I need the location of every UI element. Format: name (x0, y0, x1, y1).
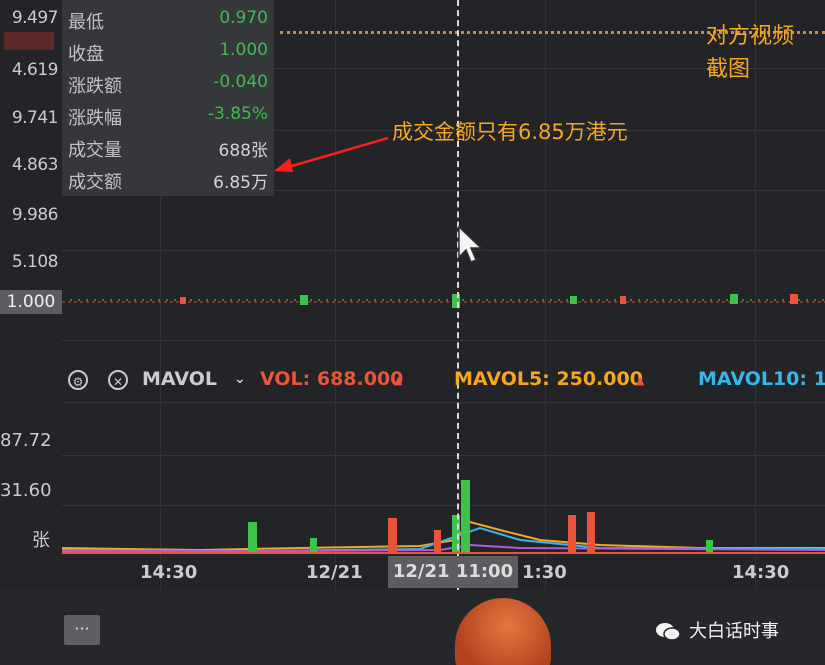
info-value: 0.970 (219, 8, 268, 28)
indicator-toolbar: ⚙ ✕ MAVOL ⌄ VOL: 688.000 ▲ MAVOL5: 250.0… (62, 362, 825, 398)
info-value: -3.85% (207, 104, 268, 124)
mavol10-value: MAVOL10: 1 (698, 368, 825, 390)
up-arrow-icon: ▲ (636, 374, 645, 387)
time-axis-label: 14:30 (140, 562, 198, 583)
more-button[interactable]: ··· (64, 615, 100, 645)
corner-note: 对方视频 截图 (706, 20, 794, 86)
crosshair-line (457, 0, 459, 590)
info-value: 6.85万 (213, 173, 268, 193)
corner-note-line: 截图 (706, 57, 751, 82)
indicator-name[interactable]: MAVOL (142, 368, 217, 390)
time-axis-label: 14:30 (732, 562, 790, 583)
time-axis-label: 1:30 (522, 562, 567, 583)
volume-bars (248, 480, 713, 552)
settings-icon[interactable]: ⚙ (68, 370, 88, 390)
info-row-change-pct: 涨跌幅 -3.85% (62, 100, 274, 130)
info-key: 涨跌额 (68, 76, 122, 97)
corner-note-line: 对方视频 (706, 24, 795, 49)
info-row-close: 收盘 1.000 (62, 36, 274, 66)
watermark-text: 大白话时事 (689, 621, 779, 642)
wechat-icon (656, 623, 681, 641)
info-key: 最低 (68, 12, 104, 33)
up-arrow-icon: ▲ (394, 374, 403, 387)
mouse-cursor-icon (458, 225, 483, 263)
info-panel: 最低 0.970 收盘 1.000 涨跌额 -0.040 涨跌幅 -3.85% … (62, 0, 274, 196)
time-axis-label: 12/21 (306, 562, 363, 583)
info-key: 成交量 (68, 140, 122, 161)
info-value: -0.040 (213, 72, 268, 92)
close-icon[interactable]: ✕ (108, 370, 128, 390)
chevron-down-icon[interactable]: ⌄ (234, 371, 246, 387)
volume-axis-unit: 张 (32, 530, 50, 551)
annotation-arrow (274, 136, 389, 172)
watermark: 大白话时事 (655, 617, 779, 643)
chart-screen: 9.497 4.619 9.741 4.863 9.986 5.108 1.00… (0, 0, 825, 665)
mavol5-value: MAVOL5: 250.000 (454, 368, 643, 390)
info-row-volume: 成交量 688张 (62, 132, 274, 162)
vol-value: VOL: 688.000 (260, 368, 404, 390)
info-key: 收盘 (68, 44, 104, 65)
candle-strip (62, 294, 825, 308)
annotation-text: 成交金额只有6.85万港元 (392, 120, 628, 144)
info-row-turnover: 成交额 6.85万 (62, 164, 274, 194)
info-key: 涨跌幅 (68, 108, 122, 129)
info-row-low: 最低 0.970 (62, 4, 274, 34)
info-row-change: 涨跌额 -0.040 (62, 68, 274, 98)
info-key: 成交额 (68, 172, 122, 193)
crosshair-time-label: 12/21 11:00 (388, 556, 518, 588)
volume-axis-label: 31.60 (0, 480, 52, 501)
info-value: 688张 (218, 141, 268, 161)
volume-axis-label: 87.72 (0, 430, 52, 451)
info-value: 1.000 (219, 40, 268, 60)
